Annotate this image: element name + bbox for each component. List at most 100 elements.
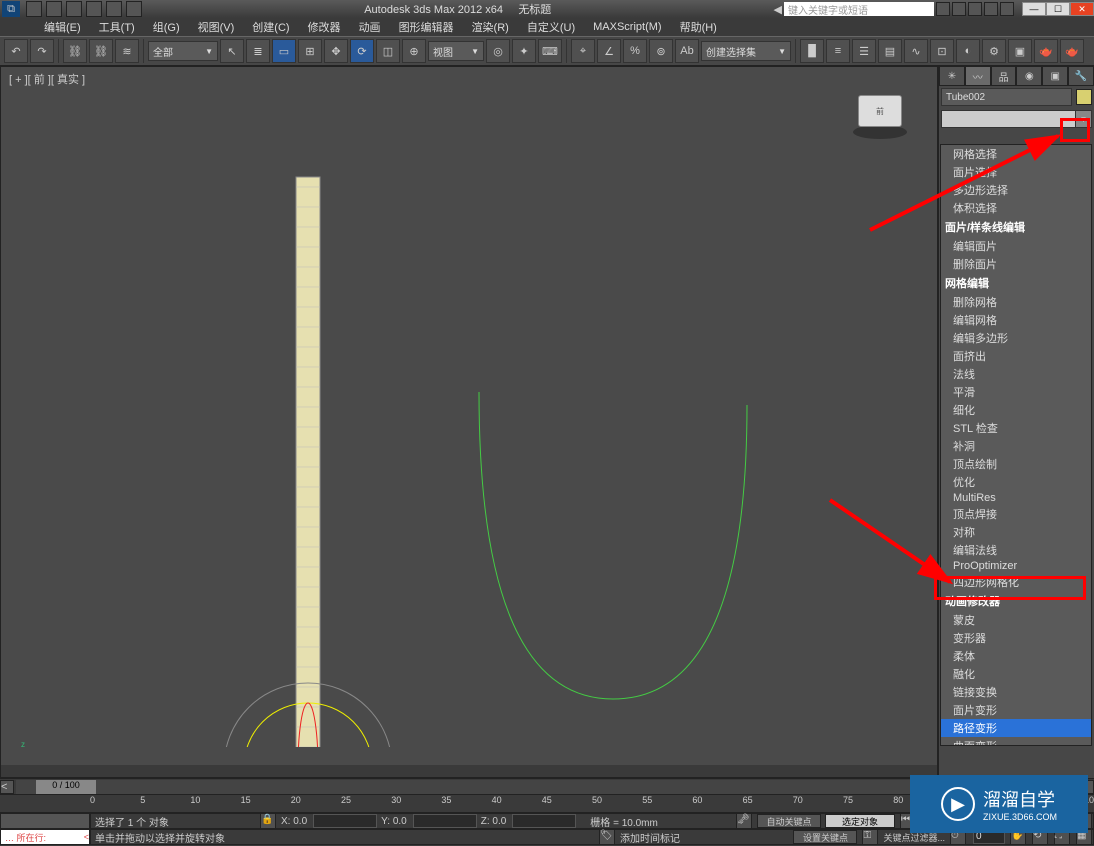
- modifier-dropdown-list[interactable]: 网格选择 面片选择 多边形选择 体积选择 面片/样条线编辑 编辑面片 删除面片 …: [940, 144, 1092, 746]
- render-frame-window-button[interactable]: ▣: [1008, 39, 1032, 63]
- menu-modifiers[interactable]: 修改器: [304, 17, 345, 37]
- mod-item[interactable]: 细化: [941, 401, 1091, 419]
- mod-item[interactable]: 平滑: [941, 383, 1091, 401]
- mod-item[interactable]: 面片变形: [941, 701, 1091, 719]
- key-icon[interactable]: 🗝: [736, 813, 752, 829]
- keymode-dropdown[interactable]: 选定对象: [825, 814, 895, 828]
- mod-item[interactable]: 曲面变形: [941, 737, 1091, 746]
- mod-item[interactable]: STL 检查: [941, 419, 1091, 437]
- material-editor-button[interactable]: ◐: [956, 39, 980, 63]
- bind-spacewarps-button[interactable]: ≋: [115, 39, 139, 63]
- viewport-hscroll[interactable]: [1, 765, 937, 777]
- script-line[interactable]: … 所在行: <: [0, 829, 90, 845]
- autokey-toggle[interactable]: 自动关键点: [757, 814, 821, 828]
- object-name-field[interactable]: Tube002: [941, 88, 1072, 106]
- mod-item[interactable]: 柔体: [941, 647, 1091, 665]
- minimize-button[interactable]: —: [1022, 2, 1046, 16]
- help-icon[interactable]: [984, 2, 998, 16]
- manage-layers-button[interactable]: ▤: [878, 39, 902, 63]
- snap-percent-button[interactable]: %: [623, 39, 647, 63]
- menu-group[interactable]: 组(G): [149, 17, 184, 37]
- app-menu-button[interactable]: ⧉: [2, 1, 20, 17]
- mod-item[interactable]: 编辑多边形: [941, 329, 1091, 347]
- mod-item[interactable]: 编辑法线: [941, 541, 1091, 559]
- mod-item[interactable]: 删除网格: [941, 293, 1091, 311]
- scale-button[interactable]: ◫: [376, 39, 400, 63]
- schematic-view-button[interactable]: ⊡: [930, 39, 954, 63]
- undo-button[interactable]: ↶: [4, 39, 28, 63]
- move-button[interactable]: ✥: [324, 39, 348, 63]
- menu-create[interactable]: 创建(C): [248, 17, 293, 37]
- script-editor[interactable]: [0, 813, 90, 829]
- comm-center-icon[interactable]: [952, 2, 966, 16]
- ts-thumb[interactable]: 0 / 100: [36, 780, 96, 794]
- setkey-button[interactable]: 设置关键点: [793, 830, 857, 844]
- select-manipulate-button[interactable]: ✦: [512, 39, 536, 63]
- render-iterative-button[interactable]: 🫖: [1060, 39, 1084, 63]
- mod-item[interactable]: 面片选择: [941, 163, 1091, 181]
- refcoord-dropdown[interactable]: 视图: [428, 41, 484, 61]
- mod-item[interactable]: 对称: [941, 523, 1091, 541]
- mod-item[interactable]: 顶点绘制: [941, 455, 1091, 473]
- menu-tools[interactable]: 工具(T): [95, 17, 139, 37]
- qat-redo[interactable]: [106, 1, 122, 17]
- object-color-swatch[interactable]: [1076, 89, 1092, 105]
- select-object-button[interactable]: ↖: [220, 39, 244, 63]
- mod-item[interactable]: 删除面片: [941, 255, 1091, 273]
- mod-item[interactable]: 顶点焊接: [941, 505, 1091, 523]
- coord-x-field[interactable]: [313, 814, 377, 828]
- window-crossing-button[interactable]: ⊞: [298, 39, 322, 63]
- align-button[interactable]: ≡: [826, 39, 850, 63]
- mod-item[interactable]: 面挤出: [941, 347, 1091, 365]
- mod-item[interactable]: 优化: [941, 473, 1091, 491]
- timetag-label[interactable]: 添加时间标记: [620, 830, 680, 845]
- mod-item[interactable]: 法线: [941, 365, 1091, 383]
- qat-more[interactable]: [126, 1, 142, 17]
- mod-item[interactable]: 融化: [941, 665, 1091, 683]
- keyboard-shortcut-button[interactable]: ⌨: [538, 39, 562, 63]
- edit-named-sel-button[interactable]: Ab: [675, 39, 699, 63]
- select-by-name-button[interactable]: ≣: [246, 39, 270, 63]
- mod-item[interactable]: MultiRes: [941, 491, 1091, 505]
- search-prev-icon[interactable]: ◀: [774, 3, 782, 16]
- refcoord-button[interactable]: ⊕: [402, 39, 426, 63]
- ts-prev[interactable]: <: [0, 780, 14, 794]
- modify-tab[interactable]: 〰: [965, 66, 991, 86]
- pivot-button[interactable]: ◎: [486, 39, 510, 63]
- rotate-button[interactable]: ⟳: [350, 39, 374, 63]
- named-selset-dropdown[interactable]: 创建选择集: [701, 41, 791, 61]
- unlink-button[interactable]: ⛓: [89, 39, 113, 63]
- spinner-snap-button[interactable]: ⊚: [649, 39, 673, 63]
- mod-item[interactable]: ProOptimizer: [941, 559, 1091, 573]
- qat-new[interactable]: [26, 1, 42, 17]
- menu-edit[interactable]: 编辑(E): [40, 17, 85, 37]
- snap-2d-button[interactable]: ⌖: [571, 39, 595, 63]
- selection-filter-dropdown[interactable]: 全部: [148, 41, 218, 61]
- curve-editor-button[interactable]: ∿: [904, 39, 928, 63]
- render-production-button[interactable]: 🫖: [1034, 39, 1058, 63]
- mod-item[interactable]: 体积选择: [941, 199, 1091, 217]
- qat-undo[interactable]: [86, 1, 102, 17]
- favorites-icon[interactable]: [968, 2, 982, 16]
- lock-icon[interactable]: 🔒: [260, 813, 276, 829]
- drop-icon[interactable]: [1000, 2, 1014, 16]
- render-setup-button[interactable]: ⚙: [982, 39, 1006, 63]
- mod-item[interactable]: 变形器: [941, 629, 1091, 647]
- snap-angle-button[interactable]: ∠: [597, 39, 621, 63]
- display-tab[interactable]: ▣: [1042, 66, 1068, 86]
- close-button[interactable]: ✕: [1070, 2, 1094, 16]
- mod-item[interactable]: 四边形网格化: [941, 573, 1091, 591]
- viewport-front[interactable]: [ + ][ 前 ][ 真实 ] 前: [0, 66, 938, 778]
- menu-render[interactable]: 渲染(R): [468, 17, 513, 37]
- menu-animation[interactable]: 动画: [355, 17, 385, 37]
- menu-help[interactable]: 帮助(H): [676, 17, 721, 37]
- mod-item[interactable]: 编辑网格: [941, 311, 1091, 329]
- coord-y-field[interactable]: [413, 814, 477, 828]
- keyfilter-icon[interactable]: ⚿: [862, 829, 878, 845]
- mod-item-pathdeform[interactable]: 路径变形: [941, 719, 1091, 737]
- menu-view[interactable]: 视图(V): [194, 17, 239, 37]
- mod-item[interactable]: 补洞: [941, 437, 1091, 455]
- mod-item[interactable]: 编辑面片: [941, 237, 1091, 255]
- infocenter-icon[interactable]: [936, 2, 950, 16]
- menu-customize[interactable]: 自定义(U): [523, 17, 579, 37]
